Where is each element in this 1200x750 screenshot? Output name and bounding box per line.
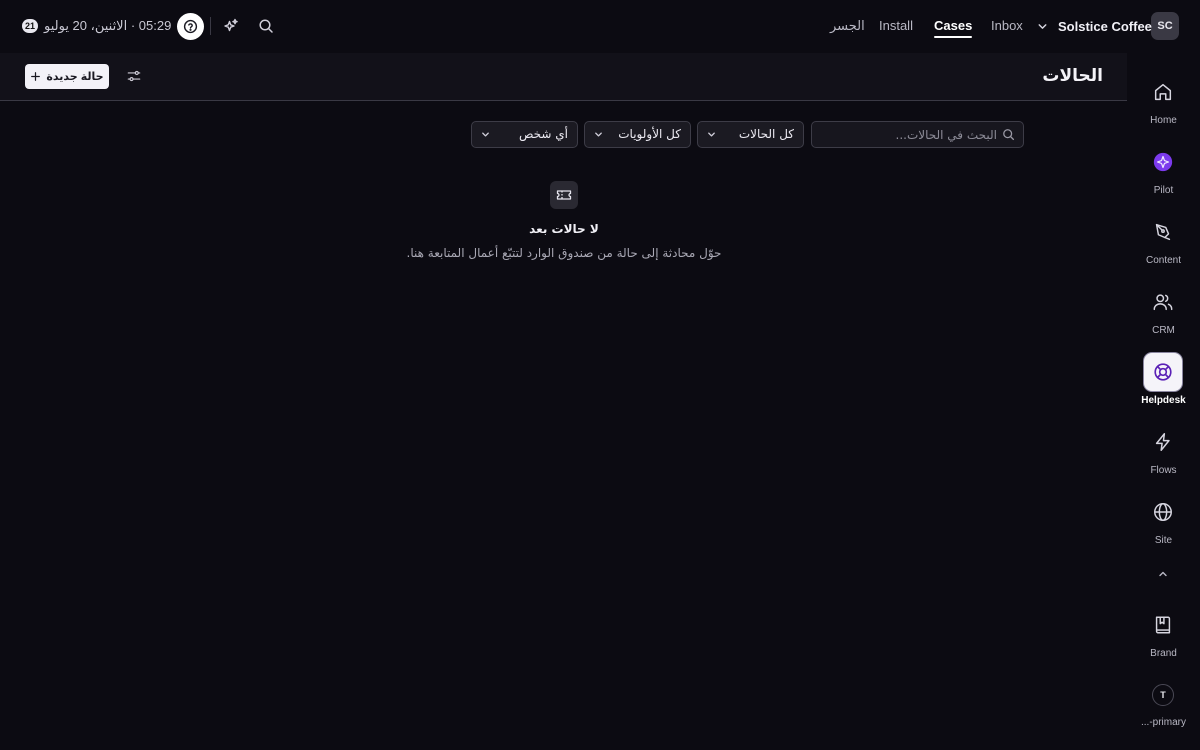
topbar-divider	[210, 17, 211, 35]
cases-panel: الحالات حالة جديدة كل الحالات كل الأولوي…	[0, 53, 1127, 750]
book-icon	[1155, 616, 1171, 634]
help-button[interactable]	[177, 13, 204, 40]
search-cases-field[interactable]	[811, 121, 1024, 148]
tab-cases[interactable]: Cases	[934, 18, 973, 38]
new-case-button[interactable]: حالة جديدة	[25, 64, 109, 89]
plus-icon	[31, 72, 41, 81]
new-case-label: حالة جديدة	[46, 71, 104, 83]
status-filter[interactable]: كل الحالات	[697, 121, 804, 148]
search-icon[interactable]	[258, 18, 274, 34]
rail-item-flows[interactable]: Flows	[1127, 423, 1200, 483]
bolt-icon	[1155, 433, 1170, 451]
rail-label: CRM	[1152, 325, 1175, 336]
search-icon	[1003, 129, 1015, 141]
lifebuoy-icon	[1154, 363, 1172, 381]
status-filter-label: كل الحالات	[738, 127, 794, 141]
rail-label: Home	[1150, 115, 1177, 126]
user-avatar[interactable]: T	[1152, 684, 1174, 706]
help-icon	[183, 19, 198, 34]
top-bar: SC Solstice Coffee Inbox Cases Install ا…	[0, 0, 1200, 53]
assignee-filter-label: أي شخص	[518, 127, 568, 141]
rail-label: Site	[1154, 535, 1173, 546]
rail-item-crm[interactable]: CRM	[1127, 283, 1200, 343]
priority-filter[interactable]: كل الأولويات	[584, 121, 691, 148]
home-icon	[1154, 83, 1172, 101]
rail-label: Flows	[1150, 465, 1177, 476]
rail-item-helpdesk[interactable]: Helpdesk	[1127, 353, 1200, 413]
rail-item-content[interactable]: Content	[1127, 213, 1200, 273]
user-label[interactable]: ...-primary	[1127, 717, 1200, 728]
sparkles-icon[interactable]	[223, 18, 239, 34]
rail-item-site[interactable]: Site	[1127, 493, 1200, 553]
pen-icon	[1155, 223, 1171, 241]
chevron-up-icon[interactable]	[1157, 570, 1169, 578]
globe-icon	[1154, 503, 1172, 521]
priority-filter-label: كل الأولويات	[618, 127, 681, 141]
workspace-avatar[interactable]: SC	[1151, 12, 1179, 40]
tab-inbox[interactable]: Inbox	[991, 18, 1023, 33]
rail-label: Content	[1145, 255, 1182, 266]
chevron-down-icon	[595, 132, 602, 137]
tab-install[interactable]: Install	[879, 18, 913, 33]
empty-state-icon-box	[550, 181, 578, 209]
rail-item-pilot[interactable]: Pilot	[1127, 143, 1200, 203]
pilot-icon	[1153, 152, 1173, 172]
chevron-down-icon	[708, 132, 715, 137]
chevron-down-icon	[482, 132, 489, 137]
sliders-icon[interactable]	[127, 69, 141, 83]
rail-label: Pilot	[1153, 185, 1174, 196]
date-time-display: 05:29 · الاثنين، 20 يوليو	[44, 18, 172, 33]
workspace-name[interactable]: Solstice Coffee	[1058, 19, 1152, 34]
tab-bridge[interactable]: الجسر	[830, 18, 865, 34]
empty-state-title: لا حالات بعد	[529, 222, 599, 236]
users-icon	[1153, 294, 1173, 311]
rail-label: Brand	[1150, 648, 1177, 659]
rail-item-home[interactable]: Home	[1127, 73, 1200, 133]
page-header: الحالات حالة جديدة	[0, 53, 1127, 101]
day-badge: 21	[22, 19, 38, 33]
ticket-icon	[556, 190, 572, 200]
rail-label: Helpdesk	[1141, 395, 1186, 406]
search-cases-input[interactable]	[822, 122, 997, 147]
chevron-down-icon[interactable]	[1036, 20, 1049, 33]
rail-item-brand[interactable]: Brand	[1127, 606, 1200, 666]
assignee-filter[interactable]: أي شخص	[471, 121, 578, 148]
empty-state-description: حوّل محادثة إلى حالة من صندوق الوارد لتت…	[406, 246, 722, 260]
right-nav-rail: Home Pilot Content CRM Helpdesk Flows Si…	[1127, 53, 1200, 750]
page-title: الحالات	[1042, 66, 1103, 85]
